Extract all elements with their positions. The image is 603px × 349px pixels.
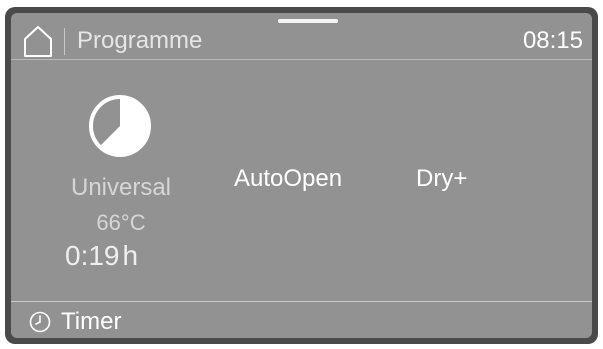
duration-unit: h [122, 240, 139, 271]
option-autoopen[interactable]: AutoOpen [234, 165, 342, 193]
duration-value: 0:19 [65, 240, 120, 271]
timer-label: Timer [61, 308, 122, 335]
header-separator [11, 59, 592, 60]
display-screen: Programme 08:15 Universal 66°C 0:19 h Aut… [11, 13, 592, 338]
timer-button[interactable]: Timer [29, 307, 121, 337]
clock-icon [29, 311, 51, 333]
footer-separator [11, 301, 592, 302]
page-title: Programme [77, 27, 203, 54]
programme-temperature: 66°C [96, 210, 146, 235]
option-dry-plus[interactable]: Dry+ [416, 165, 467, 193]
programme-tile[interactable]: Universal 66°C 0:19 h [51, 88, 191, 278]
header-divider [64, 28, 65, 55]
clock-time: 08:15 [522, 27, 583, 54]
pie-chart-icon [89, 95, 151, 157]
home-icon[interactable] [21, 24, 55, 58]
programme-name: Universal [70, 174, 172, 201]
pull-down-handle[interactable] [278, 19, 338, 23]
header-bar: Programme 08:15 [11, 13, 592, 57]
programme-duration: 0:19 h [65, 240, 138, 272]
